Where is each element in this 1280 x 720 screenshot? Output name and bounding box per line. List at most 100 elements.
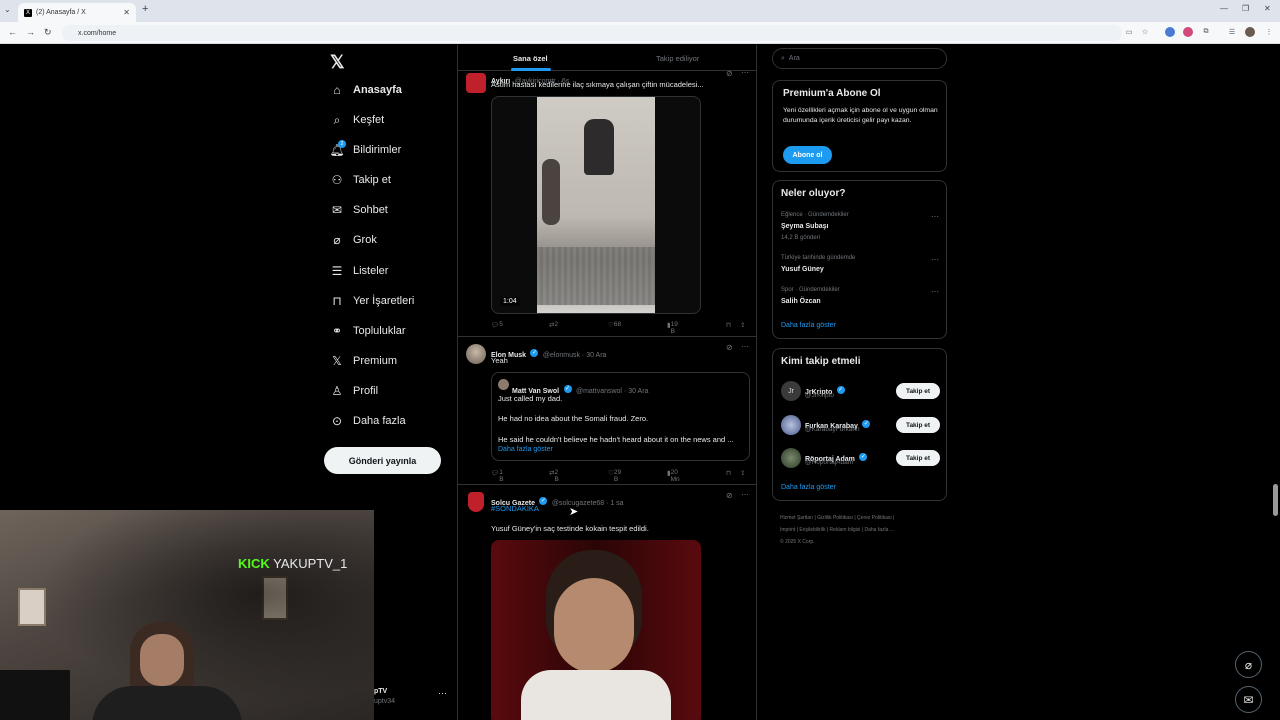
page-scrollbar[interactable] bbox=[1273, 484, 1278, 516]
extensions-puzzle-icon[interactable]: ⧉ bbox=[1201, 27, 1211, 37]
nav-communities[interactable]: ⚭ Topluluklar bbox=[330, 320, 406, 342]
messages-float-button[interactable]: ✉ bbox=[1235, 686, 1262, 713]
browser-toolbar: ← → ↻ x.com/home ▭ ☆ ⧉ ☰ ⋮ bbox=[0, 22, 1280, 44]
nav-lists[interactable]: ☰ Listeler bbox=[330, 260, 389, 282]
menu-kebab-icon[interactable]: ⋮ bbox=[1264, 27, 1274, 37]
quote-tweet[interactable]: Matt Van Swol ✓ @mattvanswol · 30 Ara Ju… bbox=[491, 372, 750, 461]
back-icon[interactable]: ← bbox=[8, 27, 17, 37]
search-input[interactable]: ⌕ Ara bbox=[772, 48, 947, 69]
trend-context: Eğlence · Gündemdekiler bbox=[781, 212, 849, 218]
nav-label: Profil bbox=[353, 385, 379, 397]
avatar[interactable] bbox=[781, 448, 801, 468]
video-duration: 1:04 bbox=[500, 297, 520, 306]
hashtag-link[interactable]: #SONDAKİKA bbox=[491, 504, 539, 513]
search-icon: ⌕ bbox=[333, 112, 341, 127]
address-bar[interactable]: x.com/home bbox=[62, 25, 1122, 41]
follow-button[interactable]: Takip et bbox=[896, 383, 940, 399]
grok-float-button[interactable]: ⌀ bbox=[1235, 651, 1262, 678]
footer-line[interactable]: Imprint | Erişilebilirlik | Reklam bilgi… bbox=[780, 524, 950, 536]
reply-button[interactable]: 💬︎ 5 bbox=[491, 321, 503, 329]
nav-notifications[interactable]: 🔔︎ 2 Bildirimler bbox=[329, 139, 401, 161]
view-count: 20 Mn bbox=[670, 469, 680, 483]
bookmark-icon[interactable]: ⊓ bbox=[726, 321, 731, 329]
post-button[interactable]: Gönderi yayınla bbox=[324, 447, 441, 474]
nav-label: Takip et bbox=[353, 174, 391, 186]
grok-icon[interactable]: ⊘ bbox=[726, 69, 733, 78]
nav-explore[interactable]: ⌕ Keşfet bbox=[330, 109, 385, 131]
footer-line[interactable]: Hizmet Şartları | Gizlilik Politikası | … bbox=[780, 512, 950, 524]
repost-button[interactable]: ⇄ 2 bbox=[549, 321, 558, 329]
nav-profile[interactable]: ♙ Profil bbox=[330, 380, 378, 402]
grok-icon[interactable]: ⊘ bbox=[726, 343, 733, 352]
nav-grok[interactable]: ⌀ Grok bbox=[330, 229, 376, 251]
nav-label: Listeler bbox=[353, 265, 389, 277]
show-more-link[interactable]: Daha fazla göster bbox=[498, 446, 553, 453]
nav-bookmarks[interactable]: ⊓ Yer İşaretleri bbox=[330, 290, 414, 312]
tab-list-icon[interactable]: ⌄ bbox=[4, 5, 11, 14]
forward-icon[interactable]: → bbox=[26, 27, 35, 37]
show-more-link[interactable]: Daha fazla göster bbox=[781, 322, 836, 329]
share-icon[interactable]: ⇪ bbox=[740, 321, 745, 329]
like-button[interactable]: ♡ 29 B bbox=[608, 469, 621, 483]
show-more-link[interactable]: Daha fazla göster bbox=[781, 484, 836, 491]
avatar[interactable] bbox=[781, 415, 801, 435]
subscribe-button[interactable]: Abone ol bbox=[783, 146, 832, 164]
install-app-icon[interactable]: ▭ bbox=[1124, 27, 1134, 37]
timeline-tabs: Sana özel Takip ediliyor bbox=[458, 45, 756, 71]
maximize-icon[interactable]: ❐ bbox=[1242, 4, 1249, 13]
tab-close-icon[interactable]: ✕ bbox=[123, 8, 130, 17]
avatar[interactable]: Jr bbox=[781, 381, 801, 401]
extension-icon[interactable] bbox=[1183, 27, 1193, 37]
nav-label: Daha fazla bbox=[353, 415, 406, 427]
nav-home[interactable]: ⌂ Anasayfa bbox=[330, 79, 402, 101]
more-icon[interactable]: ⋯ bbox=[741, 342, 749, 351]
minimize-icon[interactable]: — bbox=[1220, 4, 1228, 13]
more-icon[interactable]: ⋯ bbox=[931, 287, 939, 296]
follow-button[interactable]: Takip et bbox=[896, 450, 940, 466]
profile-avatar[interactable] bbox=[1245, 27, 1255, 37]
suggestion-handle: @KarabayFurkann bbox=[805, 426, 860, 433]
bookmark-icon[interactable]: ⊓ bbox=[726, 469, 731, 477]
avatar[interactable] bbox=[466, 344, 486, 364]
timeline[interactable]: Sana özel Takip ediliyor Aykırı @aykiric… bbox=[457, 45, 757, 720]
nav-more[interactable]: ⊙ Daha fazla bbox=[330, 410, 406, 432]
more-icon[interactable]: ⋯ bbox=[931, 212, 939, 221]
nav-premium[interactable]: 𝕏 Premium bbox=[330, 350, 397, 372]
avatar[interactable] bbox=[468, 492, 484, 512]
follow-button[interactable]: Takip et bbox=[896, 417, 940, 433]
like-button[interactable]: ♡ 68 bbox=[608, 321, 621, 329]
x-logo[interactable]: 𝕏 bbox=[330, 52, 345, 73]
video-person bbox=[542, 159, 560, 225]
tab-following[interactable]: Takip ediliyor bbox=[656, 54, 699, 63]
nav-follow[interactable]: ⚇ Takip et bbox=[330, 169, 391, 191]
tweet-handle[interactable]: @elonmusk · 30 Ara bbox=[543, 352, 607, 359]
extension-icon[interactable] bbox=[1165, 27, 1175, 37]
bookmark-star-icon[interactable]: ☆ bbox=[1140, 27, 1150, 37]
grok-icon[interactable]: ⊘ bbox=[726, 491, 733, 500]
tweet-handle[interactable]: @solcugazete68 · 1 sa bbox=[552, 500, 624, 507]
nav-chat[interactable]: ✉ Sohbet bbox=[330, 199, 388, 221]
tab-search-icon[interactable]: ☰ bbox=[1227, 27, 1237, 37]
views-button[interactable]: ▮ 20 Mn bbox=[667, 469, 680, 483]
tweet-video[interactable]: 1:04 bbox=[491, 96, 701, 314]
more-icon[interactable]: ⋯ bbox=[438, 688, 447, 699]
reply-button[interactable]: 💬︎ 1 B bbox=[491, 469, 504, 483]
more-icon[interactable]: ⋯ bbox=[741, 490, 749, 499]
quote-text: Just called my dad. bbox=[498, 394, 563, 403]
tab-title: (2) Anasayfa / X bbox=[36, 9, 86, 16]
views-button[interactable]: ▮ 19 B bbox=[667, 321, 678, 335]
new-tab-icon[interactable]: + bbox=[142, 3, 148, 15]
more-icon[interactable]: ⋯ bbox=[931, 255, 939, 264]
video-rug bbox=[537, 247, 655, 305]
browser-tab[interactable]: X (2) Anasayfa / X ✕ bbox=[18, 3, 136, 22]
repost-button[interactable]: ⇄ 2 B bbox=[549, 469, 559, 483]
window-close-icon[interactable]: ✕ bbox=[1264, 4, 1271, 13]
share-icon[interactable]: ⇪ bbox=[740, 469, 745, 477]
tweet-image[interactable] bbox=[491, 540, 701, 720]
avatar[interactable] bbox=[466, 73, 486, 93]
footer-links[interactable]: Hizmet Şartları | Gizlilik Politikası | … bbox=[780, 512, 950, 548]
reload-icon[interactable]: ↻ bbox=[44, 27, 52, 38]
more-icon[interactable]: ⋯ bbox=[741, 68, 749, 77]
verified-badge-icon: ✓ bbox=[859, 452, 868, 461]
tab-for-you[interactable]: Sana özel bbox=[513, 54, 548, 63]
